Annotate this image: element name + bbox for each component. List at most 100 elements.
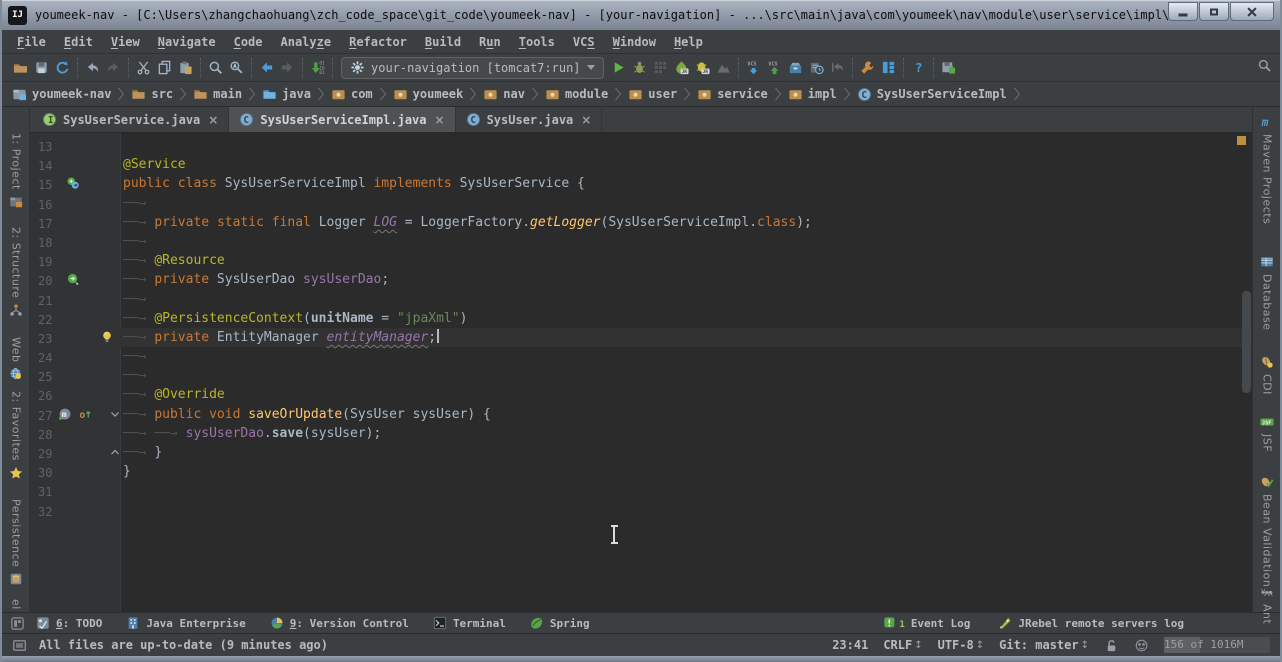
code-text[interactable]: ──→ private static final Logger LOG = Lo… <box>120 213 1252 232</box>
copy-button[interactable] <box>154 57 175 78</box>
code-text[interactable]: ──→ @PersistenceContext(unitName = "jpaX… <box>120 309 1252 328</box>
tool-stripe-ant[interactable]: Ant <box>1253 585 1281 624</box>
highlighting-level-icon[interactable] <box>1134 638 1149 653</box>
menu-window[interactable]: Window <box>604 32 665 52</box>
tool-stripe-database[interactable]: Database <box>1253 255 1281 331</box>
code-text[interactable] <box>120 501 1252 520</box>
tool-stripe-2-structure[interactable]: 2: Structure <box>2 227 30 317</box>
code-text[interactable]: ──→ <box>120 347 1252 366</box>
menu-run[interactable]: Run <box>470 32 510 52</box>
close-button[interactable] <box>1230 2 1274 21</box>
stripe-toggle-icon[interactable] <box>10 616 25 631</box>
menu-code[interactable]: Code <box>225 32 272 52</box>
code-text[interactable]: } <box>120 462 1252 481</box>
code-text[interactable]: ──→ private SysUserDao sysUserDao; <box>120 270 1252 289</box>
code-text[interactable]: @Service <box>120 155 1252 174</box>
breadcrumb-sysuserserviceimpl[interactable]: CSysUserServiceImpl <box>855 87 1009 102</box>
code-text[interactable]: public class SysUserServiceImpl implemen… <box>120 174 1252 193</box>
error-stripe-mark[interactable] <box>1237 136 1246 145</box>
menu-help[interactable]: Help <box>665 32 712 52</box>
encoding-widget[interactable]: UTF-8↕ <box>938 638 985 652</box>
tab-sysuserserviceimpl-java[interactable]: CSysUserServiceImpl.java× <box>229 107 455 132</box>
tool-stripe-persistence[interactable]: Persistence <box>2 499 30 586</box>
tab-sysuser-java[interactable]: CSysUser.java× <box>456 107 603 132</box>
minimize-button[interactable] <box>1168 2 1198 21</box>
help-button[interactable]: ? <box>908 57 929 78</box>
tool-stripe-el[interactable]: el <box>2 599 30 610</box>
breadcrumb-service[interactable]: service <box>695 87 770 102</box>
code-text[interactable]: ──→ <box>120 232 1252 251</box>
tool-window-button-9-version-control[interactable]: 9: Version Control <box>270 616 409 630</box>
rollback-button[interactable] <box>827 57 848 78</box>
code-text[interactable]: ──→ } <box>120 443 1252 462</box>
profiler-button[interactable] <box>713 57 734 78</box>
fold-up-icon[interactable] <box>108 445 122 459</box>
code-text[interactable]: ──→ @Resource <box>120 251 1252 270</box>
menu-file[interactable]: File <box>8 32 55 52</box>
breadcrumb-module[interactable]: module <box>543 87 610 102</box>
shelve-button[interactable] <box>785 57 806 78</box>
code-text[interactable] <box>120 481 1252 500</box>
tool-window-button-event-log[interactable]: 1Event Log <box>883 616 970 630</box>
cut-button[interactable] <box>133 57 154 78</box>
paste-button[interactable] <box>175 57 196 78</box>
code-text[interactable]: ──→ <box>120 290 1252 309</box>
overrides-icon[interactable]: o <box>78 407 92 421</box>
breadcrumb-user[interactable]: user <box>626 87 679 102</box>
jrebel-save-button[interactable] <box>938 57 959 78</box>
bulb-icon[interactable] <box>100 330 114 344</box>
vcs-up-button[interactable]: VCS <box>764 57 785 78</box>
jrebel-m-icon[interactable]: m <box>58 407 72 421</box>
line-ending-widget[interactable]: CRLF↕ <box>883 638 922 652</box>
tab-sysuserservice-java[interactable]: ISysUserService.java× <box>32 107 229 132</box>
breadcrumb-src[interactable]: src <box>129 87 175 102</box>
run-configuration-select[interactable]: your-navigation [tomcat7:run] <box>341 57 604 79</box>
menu-tools[interactable]: Tools <box>510 32 564 52</box>
settings-button[interactable] <box>857 57 878 78</box>
tool-window-button-6-todo[interactable]: 6: TODO <box>36 616 102 630</box>
code-text[interactable]: ──→ @Override <box>120 385 1252 404</box>
menu-view[interactable]: View <box>102 32 149 52</box>
menu-edit[interactable]: Edit <box>55 32 102 52</box>
structure-button[interactable] <box>878 57 899 78</box>
tool-stripe-2-favorites[interactable]: 2: Favorites <box>2 391 30 480</box>
tool-stripe-jsf[interactable]: JSFJSF <box>1253 415 1281 452</box>
jrebel-run-button[interactable]: JR <box>671 57 692 78</box>
tool-stripe-maven-projects[interactable]: mMaven Projects <box>1253 115 1281 224</box>
tool-stripe-1-project[interactable]: 1: Project <box>2 133 30 209</box>
editor-scrollbar[interactable] <box>1242 291 1251 393</box>
code-editor[interactable]: 1314@Service15public class SysUserServic… <box>30 133 1252 612</box>
code-text[interactable] <box>120 136 1252 155</box>
tool-window-button-java-enterprise[interactable]: Java Enterprise <box>126 616 245 630</box>
menu-build[interactable]: Build <box>416 32 470 52</box>
save-all-button[interactable] <box>31 57 52 78</box>
sync-button[interactable] <box>52 57 73 78</box>
menu-analyze[interactable]: Analyze <box>272 32 341 52</box>
run-button[interactable] <box>608 57 629 78</box>
undo-button[interactable] <box>82 57 103 78</box>
breadcrumb-nav[interactable]: nav <box>481 87 527 102</box>
tool-stripe-web[interactable]: Web <box>2 337 30 381</box>
menu-navigate[interactable]: Navigate <box>149 32 225 52</box>
history-button[interactable] <box>806 57 827 78</box>
vcs-branch-widget[interactable]: Git: master↕ <box>999 638 1089 652</box>
open-button[interactable] <box>10 57 31 78</box>
forward-button[interactable] <box>277 57 298 78</box>
close-icon[interactable]: × <box>208 113 218 127</box>
coverage-button[interactable] <box>650 57 671 78</box>
lock-icon[interactable] <box>1104 638 1119 653</box>
breadcrumb-java[interactable]: java <box>260 87 313 102</box>
fold-down-icon[interactable] <box>108 407 122 421</box>
compile-button[interactable]: 011001 <box>307 57 328 78</box>
code-text[interactable]: ──→ <box>120 366 1252 385</box>
menu-vcs[interactable]: VCS <box>564 32 604 52</box>
tool-window-button-terminal[interactable]: Terminal <box>433 616 506 630</box>
breadcrumb-youmeek-nav[interactable]: youmeek-nav <box>10 87 113 102</box>
debug-button[interactable] <box>629 57 650 78</box>
code-text[interactable]: ──→ public void saveOrUpdate(SysUser sys… <box>120 405 1252 424</box>
tool-window-button-jrebel-remote-servers-log[interactable]: JRebel remote servers log <box>998 616 1184 630</box>
maximize-button[interactable] <box>1199 2 1229 21</box>
jrebel-debug-button[interactable]: JR <box>692 57 713 78</box>
memory-indicator[interactable]: 156 of 1016M <box>1164 637 1270 653</box>
breadcrumb-com[interactable]: com <box>329 87 375 102</box>
